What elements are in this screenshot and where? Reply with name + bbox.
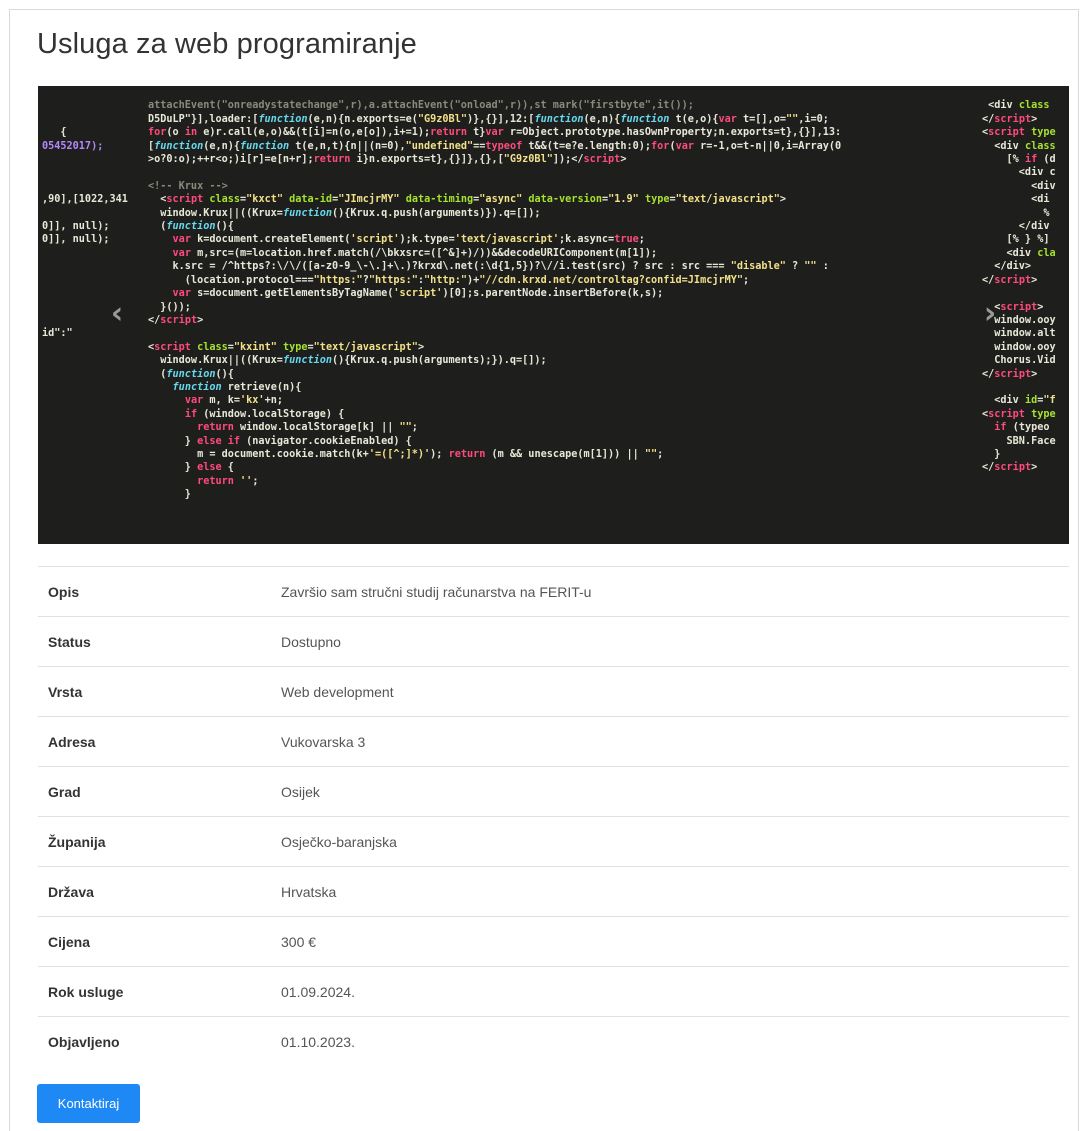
row-label: Vrsta xyxy=(38,666,271,717)
row-value: 01.09.2024. xyxy=(271,966,1069,1017)
image-carousel[interactable]: { 05452017); ,90],[1022,341 0]], null); … xyxy=(38,86,1069,544)
table-row-rok-usluge: Rok usluge 01.09.2024. xyxy=(38,966,1069,1017)
table-row-cijena: Cijena 300 € xyxy=(38,916,1069,967)
row-label: Adresa xyxy=(38,716,271,767)
carousel-prev-icon[interactable]: ‹ xyxy=(102,296,132,331)
row-value: Osječko-baranjska xyxy=(271,816,1069,867)
row-label: Županija xyxy=(38,816,271,867)
row-label: Objavljeno xyxy=(38,1016,271,1067)
row-label: Država xyxy=(38,866,271,917)
carousel-image: { 05452017); ,90],[1022,341 0]], null); … xyxy=(42,100,1056,501)
table-row-drzava: Država Hrvatska xyxy=(38,866,1069,917)
row-value: 01.10.2023. xyxy=(271,1016,1069,1067)
carousel-next-icon[interactable]: › xyxy=(975,296,1005,331)
row-value: Vukovarska 3 xyxy=(271,716,1069,767)
contact-button[interactable]: Kontaktiraj xyxy=(37,1084,140,1123)
table-row-status: Status Dostupno xyxy=(38,616,1069,667)
row-value: 300 € xyxy=(271,916,1069,967)
service-card: Usluga za web programiranje { 05452017);… xyxy=(9,9,1079,1131)
table-row-vrsta: Vrsta Web development xyxy=(38,666,1069,717)
row-label: Grad xyxy=(38,766,271,817)
row-value: Dostupno xyxy=(271,616,1069,667)
row-label: Cijena xyxy=(38,916,271,967)
table-row-objavljeno: Objavljeno 01.10.2023. xyxy=(38,1016,1069,1067)
row-value: Web development xyxy=(271,666,1069,717)
row-label: Rok usluge xyxy=(38,966,271,1017)
page-title: Usluga za web programiranje xyxy=(37,28,417,60)
table-row-adresa: Adresa Vukovarska 3 xyxy=(38,716,1069,767)
details-table: Opis Završio sam stručni studij računars… xyxy=(38,566,1069,1067)
row-label: Status xyxy=(38,616,271,667)
row-value: Završio sam stručni studij računarstva n… xyxy=(271,566,1069,617)
table-row-grad: Grad Osijek xyxy=(38,766,1069,817)
table-row-zupanija: Županija Osječko-baranjska xyxy=(38,816,1069,867)
row-label: Opis xyxy=(38,566,271,617)
row-value: Hrvatska xyxy=(271,866,1069,917)
row-value: Osijek xyxy=(271,766,1069,817)
table-row-opis: Opis Završio sam stručni studij računars… xyxy=(38,566,1069,617)
